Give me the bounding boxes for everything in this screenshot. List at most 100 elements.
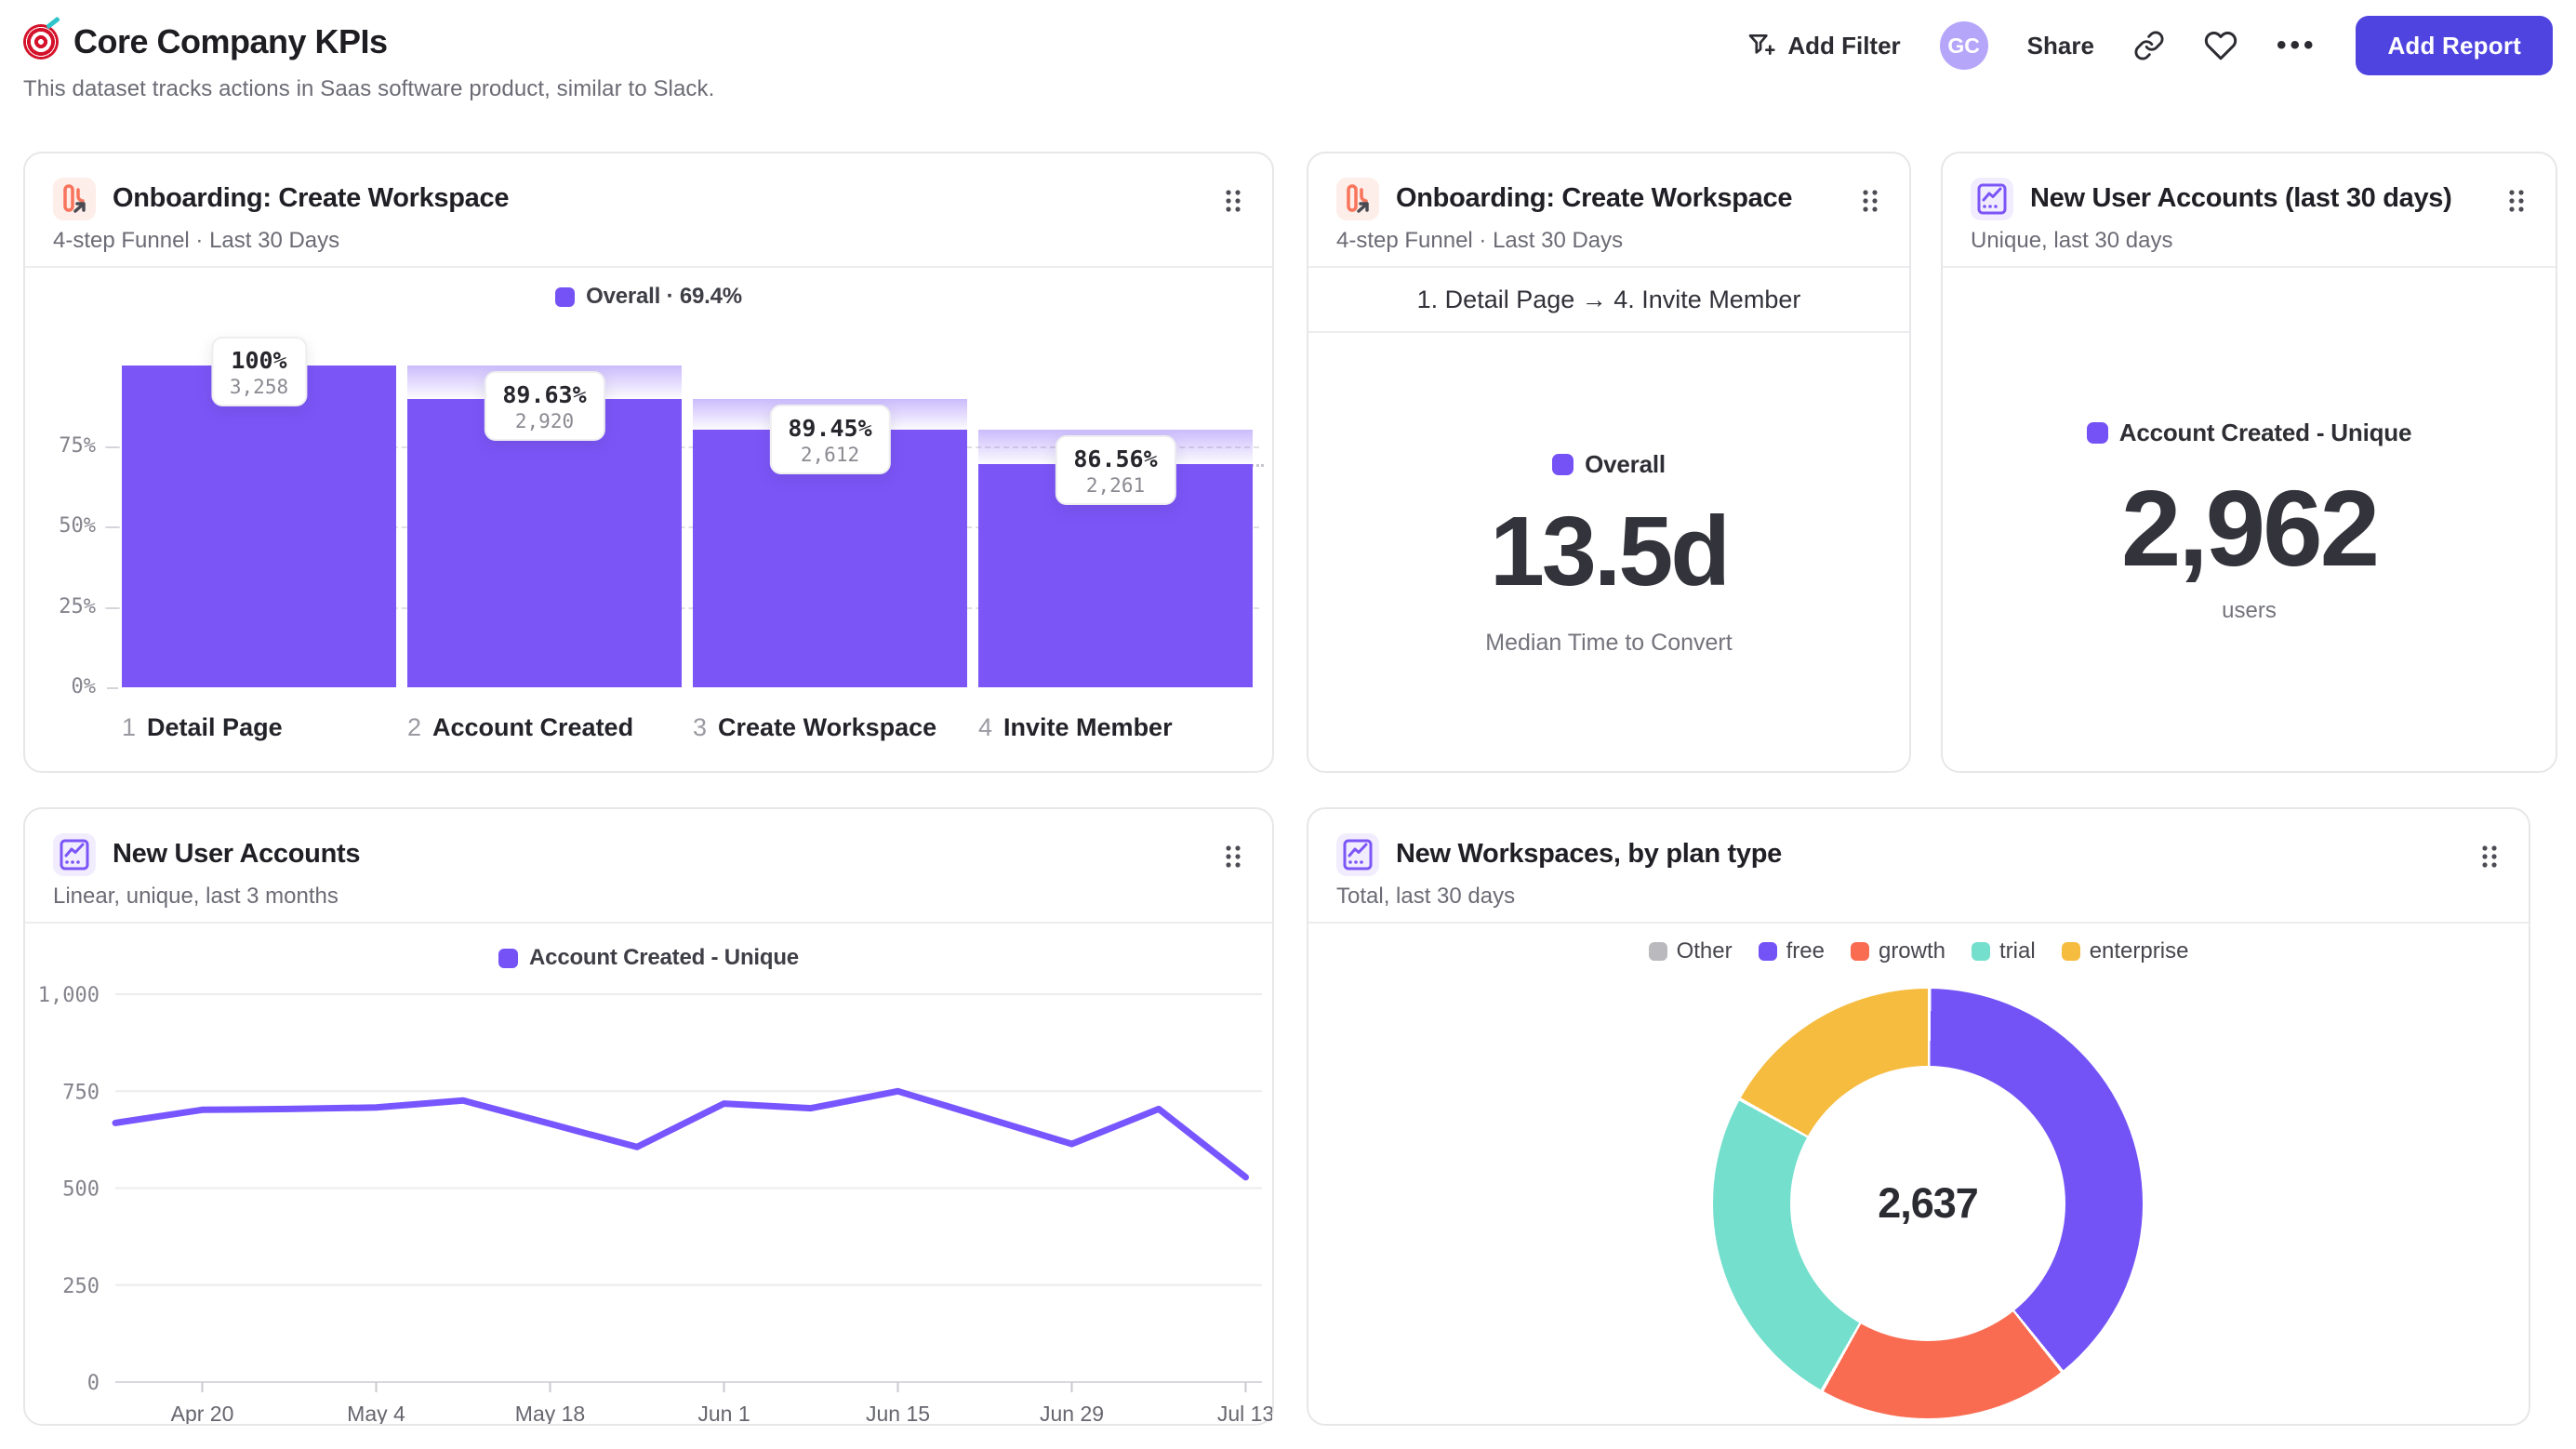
- ttc-legend: Overall: [1308, 450, 1909, 479]
- share-button[interactable]: Share: [2027, 32, 2094, 60]
- y-axis-label: 1,000: [38, 984, 100, 1007]
- y-axis-tick: [107, 526, 118, 528]
- metric-legend: Account Created - Unique: [1943, 419, 2556, 447]
- funnel-step-label[interactable]: 4 Invite Member: [978, 713, 1173, 742]
- funnel-bar[interactable]: [407, 399, 682, 687]
- target-emoji-icon: [23, 24, 59, 60]
- link-icon: [2133, 30, 2165, 61]
- count-label: 3,258: [229, 376, 289, 398]
- y-axis-label: 250: [62, 1275, 100, 1298]
- card-header: New User Accounts (last 30 days) Unique,…: [1943, 153, 2556, 268]
- y-axis-label: 25%: [59, 594, 96, 618]
- donut-center-value: 2,637: [1878, 1179, 1979, 1227]
- step-name: Detail Page: [147, 713, 283, 741]
- card-new-workspaces-donut: New Workspaces, by plan type Total, last…: [1307, 807, 2530, 1426]
- conversion-percent-label: 86.56%: [1073, 445, 1158, 472]
- add-report-button[interactable]: Add Report: [2356, 16, 2553, 75]
- funnel-bar-tooltip: 89.45% 2,612: [769, 405, 891, 474]
- funnel-report-icon: [1336, 178, 1379, 220]
- legend-swatch: [1850, 942, 1869, 961]
- legend-swatch: [1648, 942, 1667, 961]
- drag-handle-icon[interactable]: [1861, 187, 1879, 219]
- step-number: 1: [122, 713, 137, 741]
- x-axis-label: May 18: [515, 1402, 585, 1424]
- y-axis-tick: [107, 606, 118, 609]
- step-name: Create Workspace: [718, 713, 937, 741]
- card-header: New Workspaces, by plan type Total, last…: [1308, 809, 2529, 924]
- funnel-step-label[interactable]: 2 Account Created: [407, 713, 633, 742]
- legend-swatch: [2086, 422, 2108, 444]
- legend-swatch: [2061, 942, 2080, 961]
- card-onboarding-funnel: Onboarding: Create Workspace 4-step Funn…: [23, 152, 1274, 773]
- funnel-bar-tooltip: 100% 3,258: [210, 337, 308, 406]
- legend-item[interactable]: growth: [1850, 938, 1945, 964]
- step-number: 3: [693, 713, 708, 741]
- x-axis-label: Jun 1: [697, 1402, 750, 1424]
- donut-hole: 2,637: [1790, 1066, 2065, 1341]
- legend-swatch: [1758, 942, 1777, 961]
- step-number: 4: [978, 713, 993, 741]
- funnel-step-range[interactable]: 1. Detail Page → 4. Invite Member: [1308, 268, 1909, 333]
- line-chart[interactable]: 0 250 500 750 1,000 Apr 20 May 4 May 18 Jun 1 Jun…: [25, 809, 1272, 1424]
- y-axis-label: 50%: [59, 514, 96, 538]
- card-title: New User Accounts (last 30 days): [2030, 183, 2452, 213]
- drag-handle-icon[interactable]: [2480, 843, 2499, 875]
- legend-swatch: [1972, 942, 1991, 961]
- more-options-button[interactable]: •••: [2277, 30, 2317, 61]
- y-axis-tick: [107, 445, 118, 448]
- funnel-step-label[interactable]: 3 Create Workspace: [693, 713, 936, 742]
- conversion-percent-label: 100%: [231, 347, 287, 374]
- step-number: 2: [407, 713, 422, 741]
- median-time-caption: Median Time to Convert: [1485, 630, 1733, 656]
- x-axis-label: Jun 15: [866, 1402, 930, 1424]
- legend-item[interactable]: free: [1758, 938, 1825, 964]
- card-subtitle: Unique, last 30 days: [1971, 228, 2173, 253]
- funnel-bar-tooltip: 89.63% 2,920: [484, 371, 605, 441]
- funnel-bar-tooltip: 86.56% 2,261: [1055, 435, 1176, 505]
- toolbar: Add Filter GC Share ••• Add Report: [1746, 13, 2553, 78]
- add-filter-label: Add Filter: [1787, 31, 1901, 60]
- card-title: New Workspaces, by plan type: [1396, 839, 1782, 869]
- metric-caption: users: [2222, 598, 2277, 623]
- favorite-button[interactable]: [2204, 29, 2237, 62]
- donut-chart[interactable]: 2,637: [1713, 989, 2143, 1418]
- y-axis-label: 750: [62, 1081, 100, 1104]
- card-new-user-accounts-line: New User Accounts Linear, unique, last 3…: [23, 807, 1274, 1426]
- card-title: Onboarding: Create Workspace: [1396, 183, 1793, 213]
- insights-report-icon: [1971, 178, 2013, 220]
- donut-legend: Other free growth trial enterprise: [1308, 938, 2529, 964]
- drag-handle-icon[interactable]: [2507, 187, 2526, 219]
- conversion-percent-label: 89.45%: [788, 415, 872, 442]
- page-subtitle: This dataset tracks actions in Saas soft…: [23, 76, 715, 101]
- x-axis-label: Jun 29: [1040, 1402, 1104, 1424]
- x-axis-label: Jul 13: [1217, 1402, 1272, 1424]
- metric-value: 2,962: [2120, 468, 2380, 589]
- legend-label: trial: [1999, 938, 2036, 964]
- legend-label: Overall: [1585, 450, 1666, 478]
- avatar-initials: GC: [1947, 33, 1980, 58]
- card-subtitle: Total, last 30 days: [1336, 884, 1516, 909]
- y-axis-label: 0: [87, 1372, 100, 1395]
- add-filter-button[interactable]: Add Filter: [1746, 31, 1901, 60]
- legend-label: Account Created - Unique: [2118, 419, 2412, 446]
- avatar[interactable]: GC: [1939, 21, 1988, 70]
- legend-item[interactable]: Other: [1648, 938, 1733, 964]
- legend-item[interactable]: trial: [1972, 938, 2036, 964]
- copy-link-button[interactable]: [2133, 30, 2165, 61]
- funnel-step-label[interactable]: 1 Detail Page: [122, 713, 283, 742]
- funnel-bar[interactable]: [122, 366, 396, 687]
- x-axis-label: Apr 20: [171, 1402, 234, 1424]
- filter-plus-icon: [1746, 31, 1776, 60]
- legend-item[interactable]: enterprise: [2061, 938, 2189, 964]
- line-series[interactable]: [112, 1087, 1249, 1181]
- conversion-percent-label: 89.63%: [502, 381, 587, 408]
- funnel-chart[interactable]: 0% 25% 50% 75% 100% 3,258 1 Detail Page 89.63% 2,…: [25, 153, 1272, 771]
- ellipsis-icon: •••: [2276, 30, 2317, 60]
- card-subtitle: 4-step Funnel · Last 30 Days: [1336, 228, 1624, 253]
- count-label: 2,261: [1085, 474, 1146, 497]
- x-axis-label: May 4: [347, 1402, 405, 1424]
- median-time-value: 13.5d: [1489, 497, 1731, 606]
- share-label: Share: [2026, 31, 2094, 60]
- legend-label: enterprise: [2089, 938, 2189, 964]
- card-time-to-convert: Onboarding: Create Workspace 4-step Funn…: [1307, 152, 1911, 773]
